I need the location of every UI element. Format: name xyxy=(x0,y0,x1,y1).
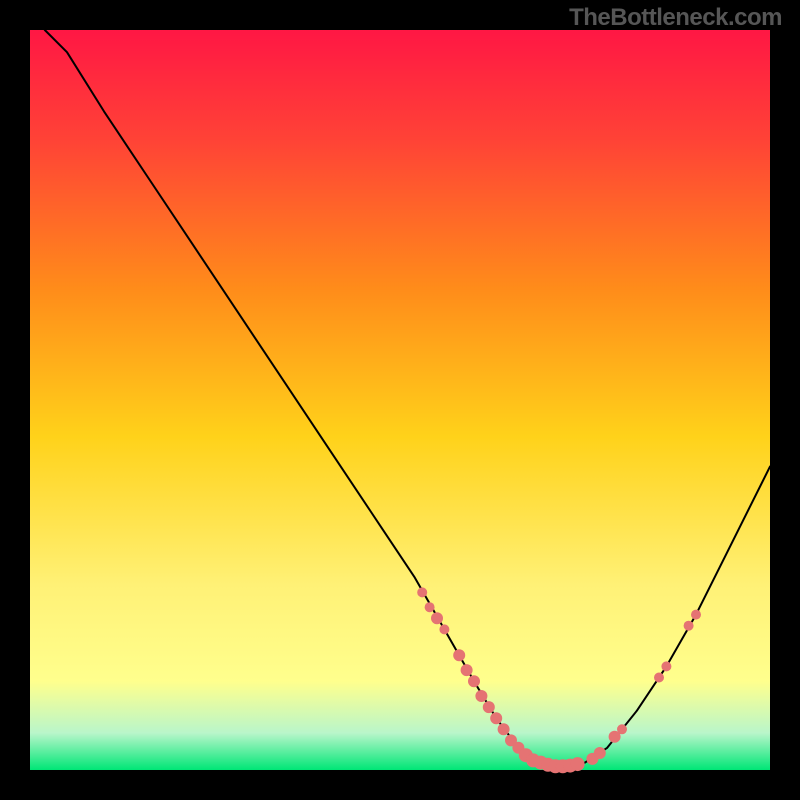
data-point xyxy=(617,724,627,734)
data-point xyxy=(684,621,694,631)
data-point xyxy=(439,624,449,634)
watermark-text: TheBottleneck.com xyxy=(569,4,782,32)
data-point xyxy=(691,610,701,620)
data-point xyxy=(654,673,664,683)
data-point xyxy=(453,649,465,661)
data-point xyxy=(468,675,480,687)
data-point xyxy=(571,757,585,771)
data-point xyxy=(490,712,502,724)
data-point xyxy=(431,612,443,624)
data-point xyxy=(475,690,487,702)
data-point xyxy=(461,664,473,676)
data-point xyxy=(417,587,427,597)
chart-container: TheBottleneck.com xyxy=(0,0,800,800)
data-point xyxy=(661,661,671,671)
data-point xyxy=(498,723,510,735)
plot-background xyxy=(30,30,770,770)
data-point xyxy=(594,747,606,759)
bottleneck-chart xyxy=(0,0,800,800)
data-point xyxy=(425,602,435,612)
data-point xyxy=(483,701,495,713)
